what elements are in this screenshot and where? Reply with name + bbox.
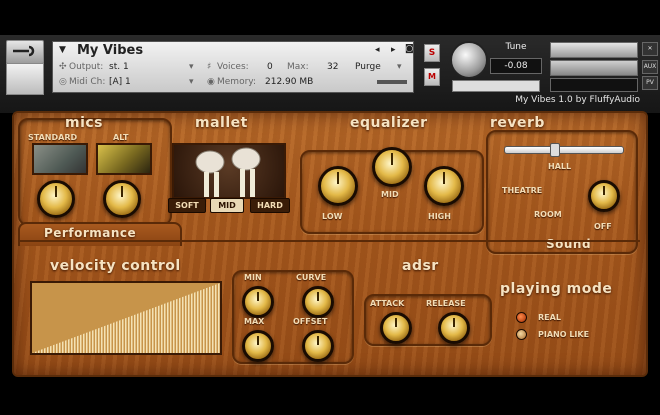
velocity-offset-label: OFFSET <box>293 317 328 326</box>
peak-meter <box>550 78 638 92</box>
velocity-curve-display[interactable] <box>30 281 222 355</box>
eq-high-label: HIGH <box>428 212 451 221</box>
instrument-credit: My Vibes 1.0 by FluffyAudio <box>515 95 640 105</box>
velocity-curve-knob[interactable] <box>302 286 334 318</box>
mute-button[interactable]: M <box>424 68 440 86</box>
velocity-min-label: MIN <box>244 273 262 282</box>
volume-slider[interactable] <box>550 42 638 58</box>
voices-label: Voices: <box>217 62 249 72</box>
mallet-soft-button[interactable]: SOFT <box>168 198 206 213</box>
camera-icon[interactable]: ◙ <box>405 44 414 54</box>
memory-icon: ◉ <box>207 77 215 87</box>
voices-icon: ♯ <box>207 62 212 72</box>
mini-level-meter <box>377 80 407 84</box>
midi-icon: ◎ <box>59 77 67 87</box>
velocity-max-knob[interactable] <box>242 330 274 362</box>
aux-button[interactable]: AUX <box>642 60 658 74</box>
adsr-release-label: RELEASE <box>426 299 466 308</box>
output-value[interactable]: st. 1 <box>109 62 129 72</box>
adsr-attack-label: ATTACK <box>370 299 405 308</box>
tab-performance[interactable]: Performance <box>44 226 136 240</box>
reverb-amount-thumb[interactable] <box>550 143 560 157</box>
playing-mode-piano-like-radio[interactable] <box>516 329 527 340</box>
mic-alt-label: ALT <box>113 133 129 142</box>
mic-standard-label: STANDARD <box>28 133 78 142</box>
equalizer-title: equalizer <box>350 115 428 131</box>
solo-button[interactable]: S <box>424 44 440 62</box>
midi-label: Midi Ch: <box>69 77 106 87</box>
mic-alt-knob[interactable] <box>103 180 141 218</box>
prev-instrument-icon[interactable]: ◂ <box>375 45 380 55</box>
pv-button[interactable]: PV <box>642 76 658 90</box>
output-icon: ✣ <box>59 62 67 72</box>
reverb-amount-slider[interactable] <box>504 146 624 154</box>
purge-dropdown-icon[interactable]: ▾ <box>397 62 402 72</box>
velocity-max-label: MAX <box>244 317 265 326</box>
output-level-meter <box>550 60 638 76</box>
instrument-title[interactable]: My Vibes <box>77 43 143 58</box>
reverb-title: reverb <box>490 115 545 131</box>
midi-dropdown-icon[interactable]: ▾ <box>189 77 194 87</box>
voices-value: 0 <box>267 62 273 72</box>
adsr-title: adsr <box>402 258 439 274</box>
reverb-hall-label: HALL <box>548 162 572 171</box>
eq-low-label: LOW <box>322 212 343 221</box>
adsr-release-knob[interactable] <box>438 312 470 344</box>
velocity-curve-label: CURVE <box>296 273 327 282</box>
next-instrument-icon[interactable]: ▸ <box>391 45 396 55</box>
mics-title: mics <box>65 115 104 131</box>
output-label: Output: <box>69 62 104 72</box>
eq-high-knob[interactable] <box>424 166 464 206</box>
mallet-title: mallet <box>195 115 248 131</box>
reverb-type-knob[interactable] <box>588 180 620 212</box>
memory-label: Memory: <box>217 77 256 87</box>
velocity-min-knob[interactable] <box>242 286 274 318</box>
velocity-offset-knob[interactable] <box>302 330 334 362</box>
memory-value: 212.90 MB <box>265 77 314 87</box>
eq-mid-label: MID <box>381 190 399 199</box>
eq-mid-knob[interactable] <box>372 147 412 187</box>
max-label: Max: <box>287 62 309 72</box>
tune-value[interactable]: -0.08 <box>490 58 542 74</box>
tune-label: Tune <box>505 42 527 52</box>
close-icon[interactable]: ✕ <box>642 42 658 56</box>
mallet-image <box>172 143 286 199</box>
mic-standard-knob[interactable] <box>37 180 75 218</box>
playing-mode-title: playing mode <box>500 281 613 297</box>
wrench-icon[interactable] <box>6 40 44 64</box>
reverb-theatre-label: THEATRE <box>502 186 543 195</box>
instrument-header-panel: ▼ My Vibes ◂ ▸ ◙ ✣ Output: st. 1 ▾ ♯ Voi… <box>52 41 414 93</box>
instrument-expand-icon[interactable]: ▼ <box>59 45 66 55</box>
mic-standard-image[interactable] <box>32 143 88 175</box>
mallet-mid-button[interactable]: MID <box>210 198 244 213</box>
instrument-logo <box>6 63 44 95</box>
max-voices-value[interactable]: 32 <box>327 62 338 72</box>
playing-mode-real-label[interactable]: REAL <box>538 313 561 322</box>
tune-knob[interactable] <box>450 41 488 79</box>
adsr-attack-knob[interactable] <box>380 312 412 344</box>
output-dropdown-icon[interactable]: ▾ <box>189 62 194 72</box>
midi-channel-value[interactable]: [A] 1 <box>109 77 131 87</box>
mic-alt-image[interactable] <box>96 143 152 175</box>
playing-mode-piano-like-label[interactable]: PIANO LIKE <box>538 330 589 339</box>
playing-mode-real-radio[interactable] <box>516 312 527 323</box>
reverb-off-label: OFF <box>594 222 612 231</box>
eq-low-knob[interactable] <box>318 166 358 206</box>
pan-slider[interactable] <box>452 80 540 92</box>
velocity-control-title: velocity control <box>50 258 181 274</box>
purge-button[interactable]: Purge <box>355 62 381 72</box>
mallet-hard-button[interactable]: HARD <box>250 198 290 213</box>
reverb-room-label: ROOM <box>534 210 562 219</box>
